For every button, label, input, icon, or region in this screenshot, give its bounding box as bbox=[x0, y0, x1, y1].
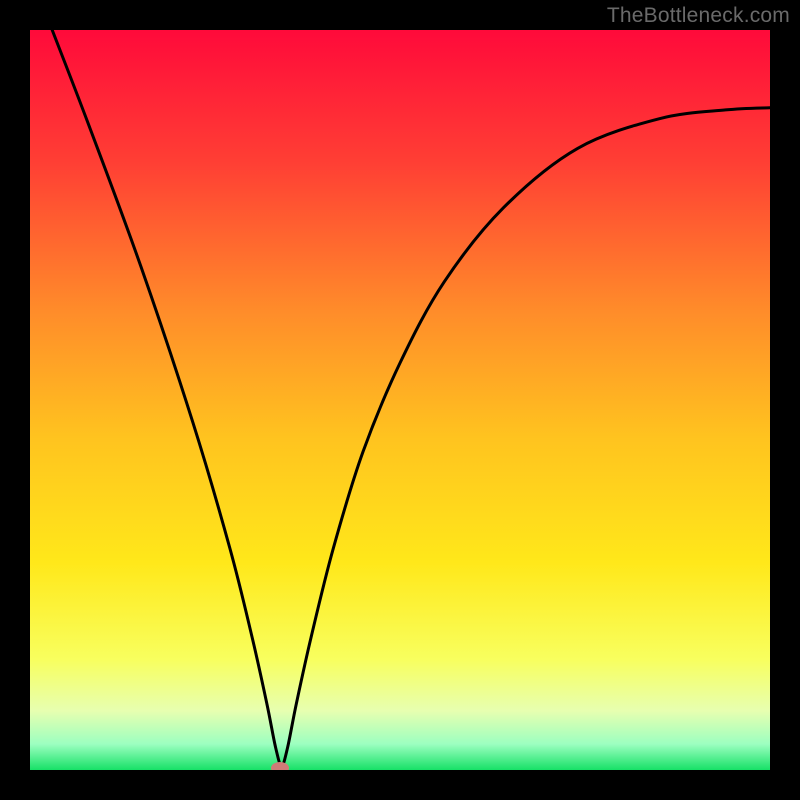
plot-area bbox=[30, 30, 770, 770]
curve-layer bbox=[30, 30, 770, 770]
bottleneck-curve bbox=[52, 30, 770, 766]
optimal-point-marker bbox=[271, 762, 289, 770]
chart-frame: TheBottleneck.com bbox=[0, 0, 800, 800]
watermark-text: TheBottleneck.com bbox=[607, 4, 790, 28]
